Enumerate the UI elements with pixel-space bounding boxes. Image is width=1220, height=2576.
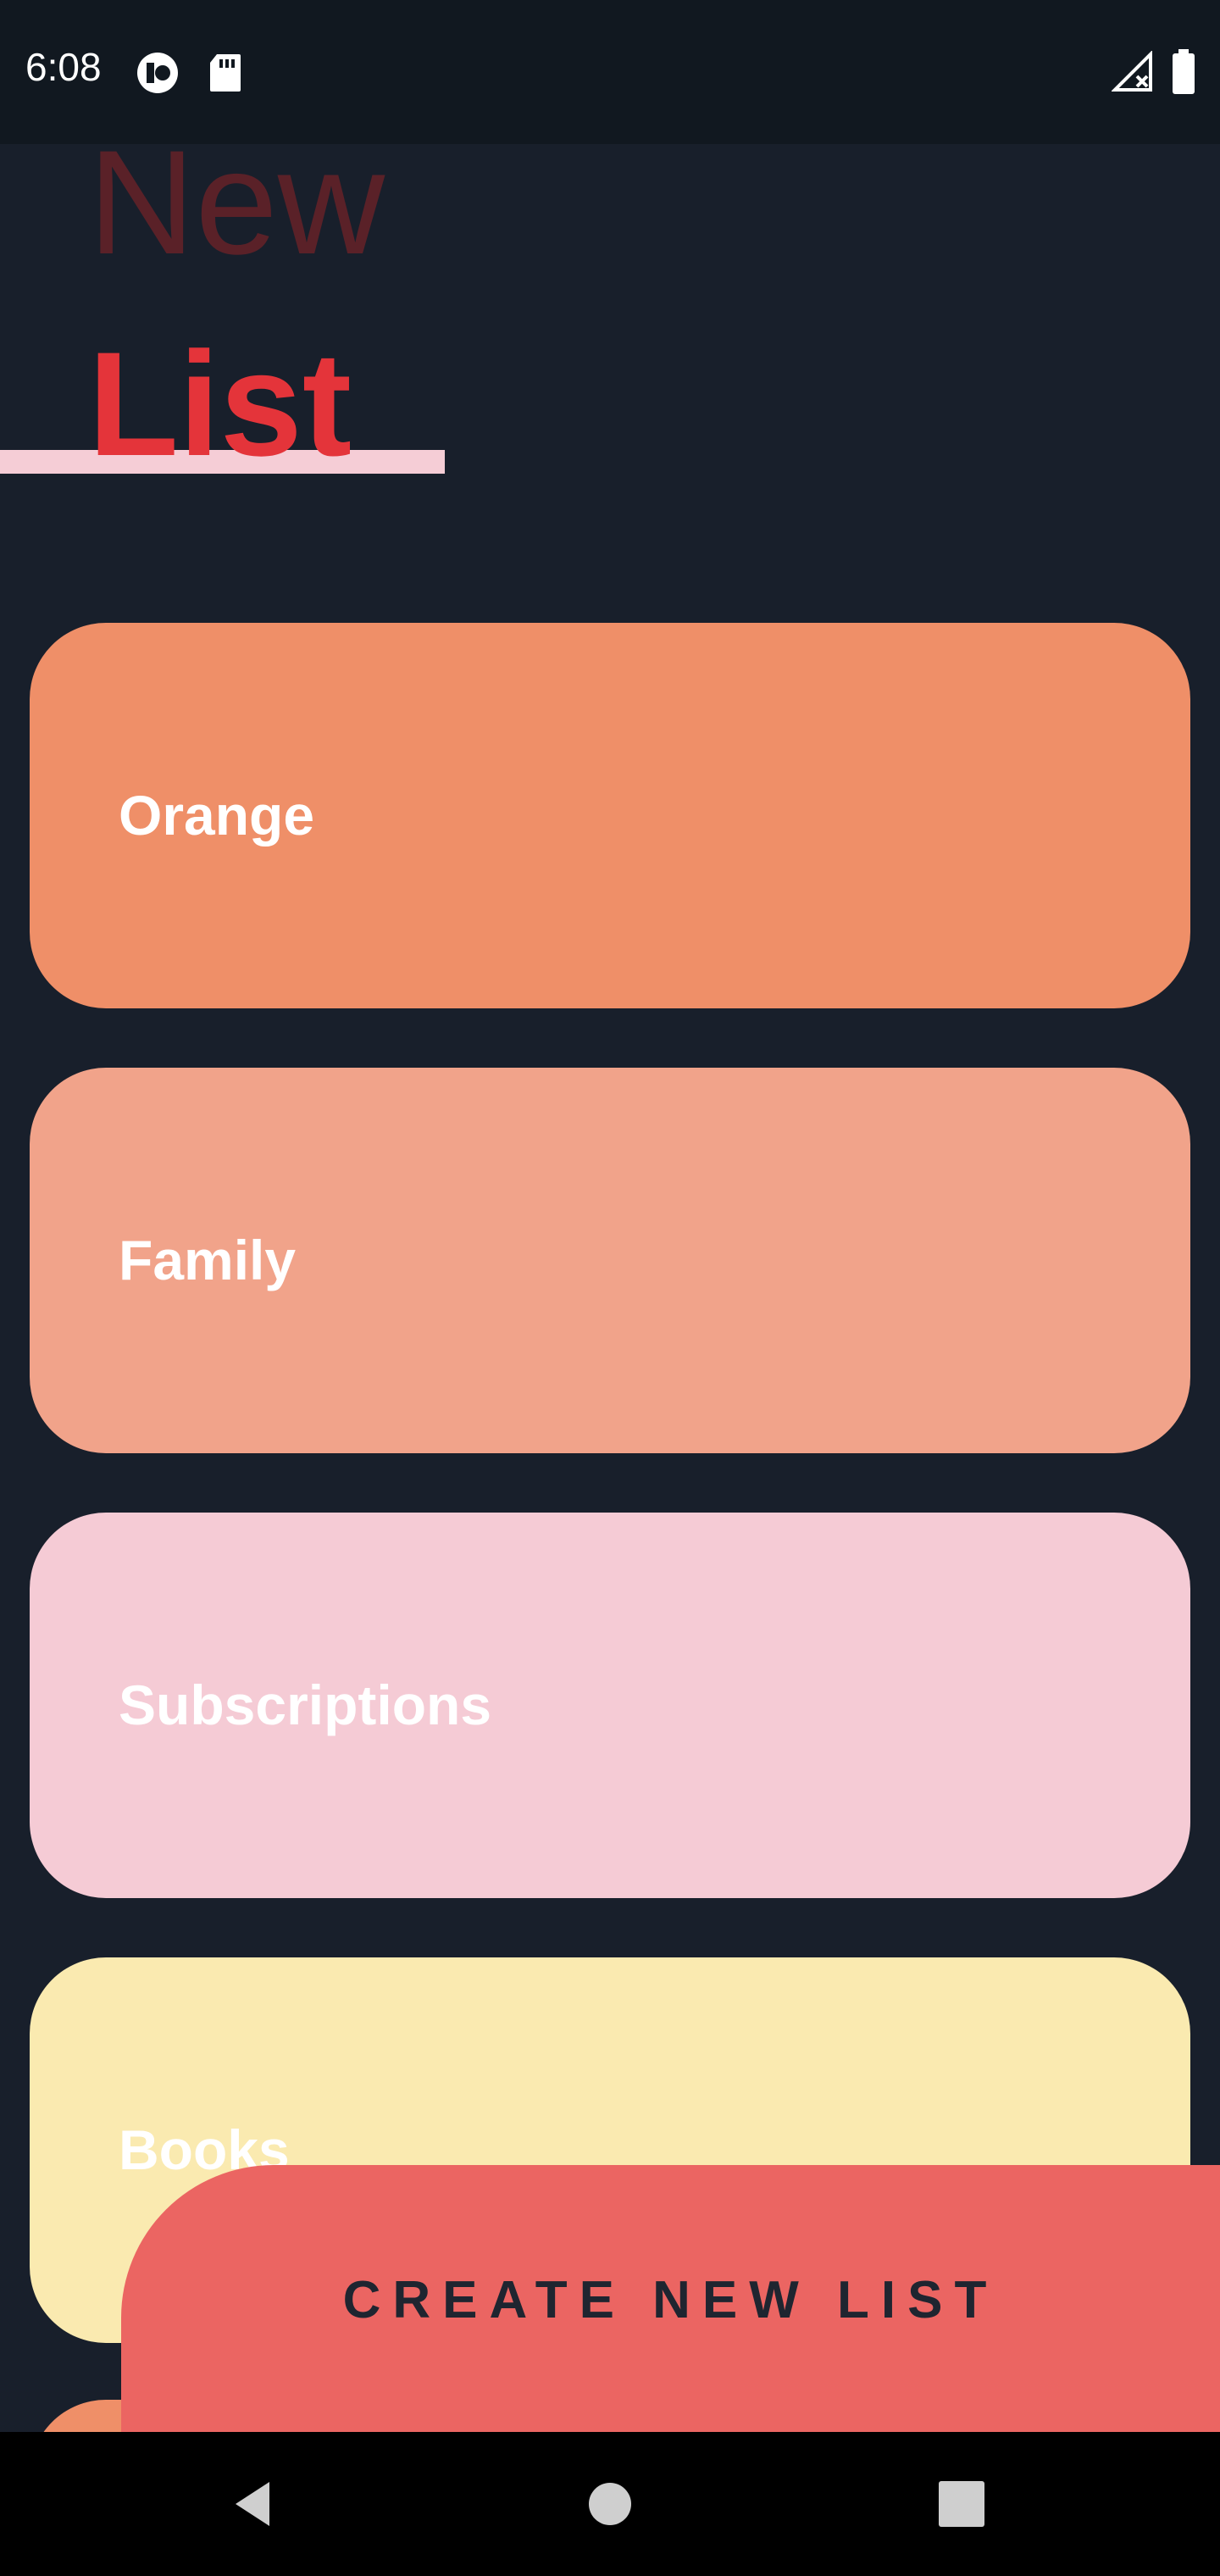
header-title-list: List: [88, 322, 352, 487]
navigation-bar: [0, 2432, 1220, 2576]
create-new-list-button[interactable]: CREATE NEW LIST: [121, 2165, 1220, 2436]
list-card-orange[interactable]: Orange: [30, 623, 1190, 1008]
home-icon[interactable]: [576, 2470, 644, 2538]
signal-no-service-icon: [1111, 50, 1154, 97]
back-icon[interactable]: [220, 2470, 288, 2538]
recents-icon[interactable]: [928, 2470, 995, 2538]
screen: 6:08 New List Orange Family Subscription…: [0, 0, 1220, 2576]
status-time: 6:08: [25, 45, 102, 89]
list-card-subscriptions[interactable]: Subscriptions: [30, 1513, 1190, 1898]
list-card-label: Subscriptions: [119, 1674, 492, 1736]
battery-icon: [1171, 49, 1196, 99]
app-notification-icon: [136, 51, 180, 99]
list-card-label: Orange: [119, 784, 315, 847]
list-card-label: Family: [119, 1229, 297, 1291]
sd-card-icon: [208, 53, 242, 97]
create-new-list-label: CREATE NEW LIST: [342, 2271, 999, 2329]
header-title-new: New: [88, 120, 385, 286]
list-card-family[interactable]: Family: [30, 1068, 1190, 1453]
